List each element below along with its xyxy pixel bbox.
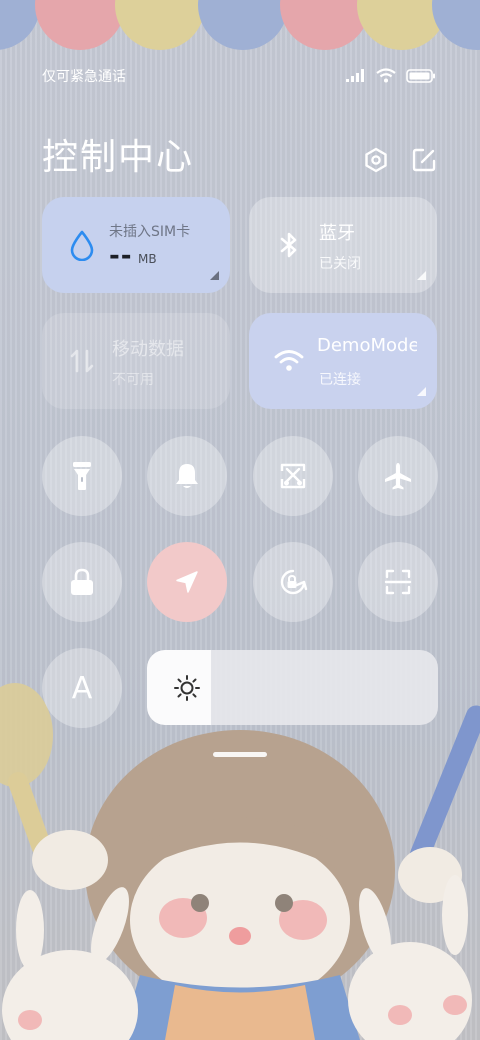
wifi-icon — [376, 68, 396, 83]
page-title: 控制中心 — [42, 137, 195, 178]
location-toggle[interactable] — [147, 542, 227, 622]
tile-expand-indicator — [417, 387, 426, 396]
auto-rotate-toggle[interactable] — [253, 542, 333, 622]
screen-lock-toggle[interactable] — [42, 542, 122, 622]
settings-icon[interactable] — [362, 146, 390, 174]
battery-icon — [406, 68, 435, 83]
brightness-slider[interactable] — [147, 650, 438, 725]
status-bar: 仅可紧急通话 — [42, 66, 436, 86]
font-size-toggle[interactable]: A — [42, 648, 122, 728]
location-icon — [176, 571, 198, 593]
bluetooth-label: 蓝牙 — [319, 223, 355, 244]
data-usage-value: -- — [109, 241, 133, 271]
signal-icon — [346, 69, 364, 82]
tile-expand-indicator — [417, 271, 426, 280]
airplane-icon — [385, 463, 411, 490]
screenshot-toggle[interactable] — [253, 436, 333, 516]
mute-toggle[interactable] — [147, 436, 227, 516]
lock-icon — [71, 568, 93, 595]
bluetooth-tile[interactable]: 蓝牙 已关闭 — [249, 197, 437, 293]
panel-drag-handle[interactable] — [213, 752, 267, 757]
sun-icon — [174, 675, 200, 701]
carrier-text: 仅可紧急通话 — [42, 69, 126, 85]
mobile-data-tile[interactable]: 移动数据 不可用 — [42, 313, 230, 409]
data-arrows-icon — [70, 349, 94, 373]
bell-icon — [176, 464, 198, 488]
airplane-mode-toggle[interactable] — [358, 436, 438, 516]
font-size-icon: A — [71, 670, 93, 706]
data-usage-unit: MB — [138, 252, 157, 266]
flashlight-icon — [73, 462, 91, 490]
wifi-network-name: DemoMode — [317, 335, 417, 356]
sim-data-tile[interactable]: 未插入SIM卡 -- MB — [42, 197, 230, 293]
tile-expand-indicator — [210, 271, 219, 280]
bluetooth-icon — [280, 232, 297, 258]
scanner-toggle[interactable] — [358, 542, 438, 622]
bluetooth-status: 已关闭 — [319, 256, 361, 272]
wifi-icon — [274, 350, 304, 371]
water-drop-icon — [70, 230, 94, 261]
mobile-data-label: 移动数据 — [112, 339, 184, 360]
auto-rotate-icon — [280, 569, 308, 595]
flashlight-toggle[interactable] — [42, 436, 122, 516]
mobile-data-status: 不可用 — [112, 372, 154, 388]
scanner-icon — [384, 569, 412, 595]
edit-icon[interactable] — [410, 146, 438, 174]
wifi-tile[interactable]: DemoMode 已连接 — [249, 313, 437, 409]
wifi-status: 已连接 — [319, 372, 361, 388]
screenshot-icon — [280, 463, 306, 489]
sim-status-label: 未插入SIM卡 — [109, 224, 191, 240]
